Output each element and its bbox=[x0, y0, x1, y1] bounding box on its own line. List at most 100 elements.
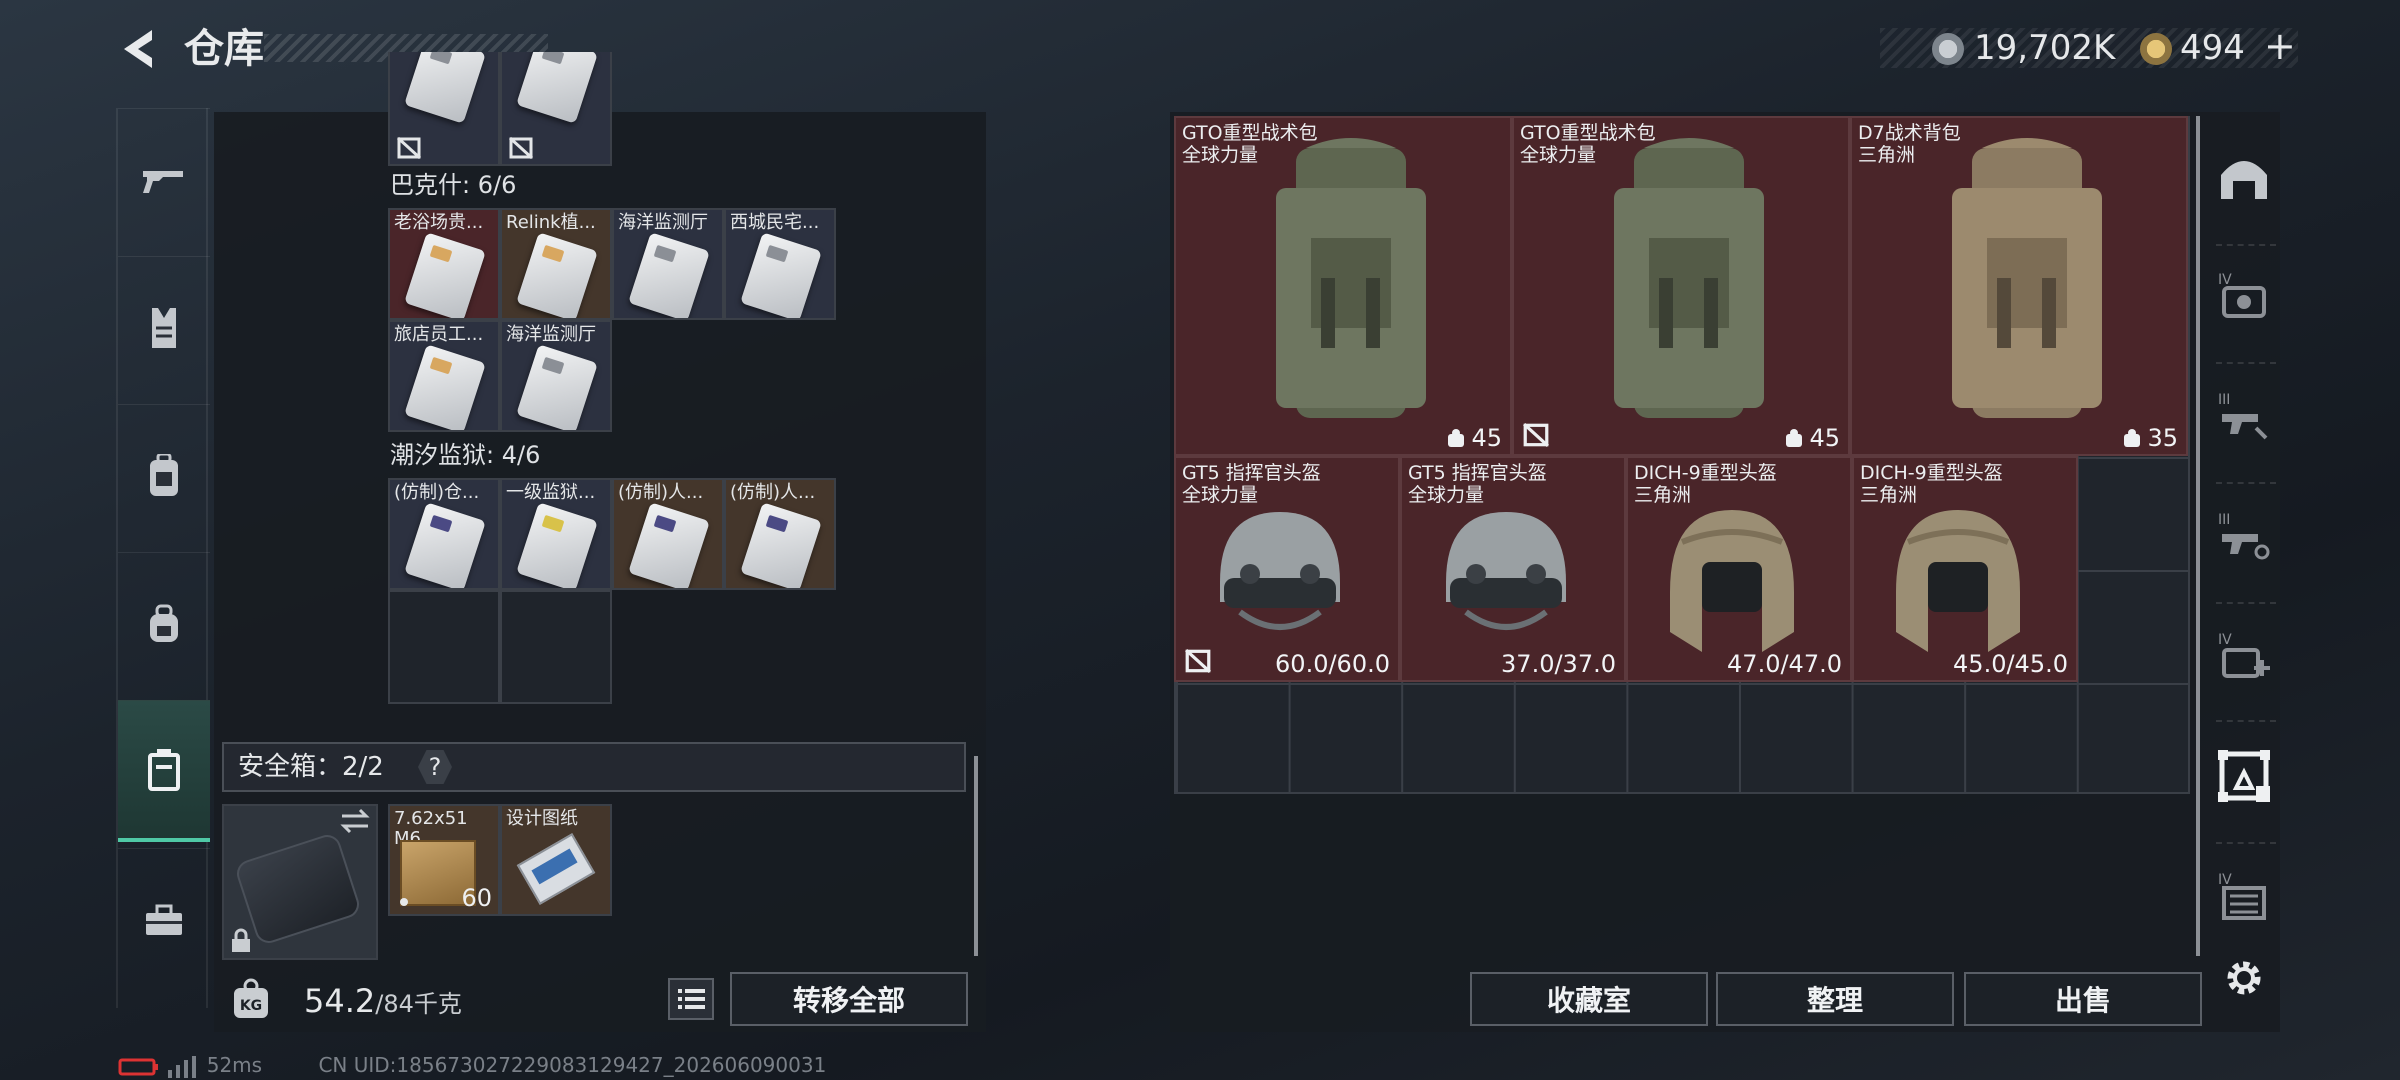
key-card-icon bbox=[740, 232, 822, 318]
divider bbox=[2216, 842, 2276, 844]
key-card-icon bbox=[404, 502, 486, 588]
warehouse-expand-button[interactable] bbox=[2210, 726, 2278, 826]
back-arrow-icon bbox=[124, 30, 152, 68]
key-slot[interactable]: 西城民宅... bbox=[724, 208, 836, 320]
signal-icon bbox=[168, 1055, 197, 1078]
list-icon bbox=[678, 989, 705, 1009]
sidebar-item-toolbox[interactable] bbox=[118, 848, 210, 990]
helmet-item[interactable]: DICH-9重型头盔 三角洲 47.0/47.0 bbox=[1626, 456, 1852, 682]
gear-icon bbox=[2227, 961, 2261, 995]
capacity-icon bbox=[1786, 429, 1803, 447]
key-card-icon bbox=[628, 232, 710, 318]
medical-station-button[interactable]: IV bbox=[2210, 606, 2278, 706]
item-slot[interactable] bbox=[500, 52, 612, 166]
workbench-icon: III bbox=[2218, 392, 2268, 440]
ammo-slot[interactable]: 7.62x51 M6... 60 bbox=[388, 804, 500, 916]
sidebar-item-backpack[interactable] bbox=[118, 404, 210, 546]
ping-value: 52ms bbox=[206, 1053, 263, 1077]
unlinked-icon bbox=[1523, 423, 1549, 447]
item-name: 一级监狱... bbox=[506, 482, 596, 503]
capacity-icon bbox=[2124, 429, 2141, 447]
capacity-readout: 35 bbox=[2123, 424, 2178, 452]
key-slot[interactable]: 一级监狱... bbox=[500, 478, 612, 590]
transfer-all-button[interactable]: 转移全部 bbox=[730, 972, 968, 1026]
blueprint-icon bbox=[516, 833, 596, 905]
key-slot[interactable]: (仿制)人... bbox=[612, 478, 724, 590]
sidebar-item-weapon[interactable] bbox=[118, 108, 210, 250]
backpack-image bbox=[1614, 138, 1764, 418]
lock-icon bbox=[232, 928, 250, 952]
sidebar-item-armor[interactable] bbox=[118, 256, 210, 398]
settings-button[interactable] bbox=[2210, 928, 2278, 1028]
durability: 45.0/45.0 bbox=[1953, 650, 2068, 678]
divider bbox=[2216, 602, 2276, 604]
vest-icon bbox=[152, 307, 176, 348]
list-view-button[interactable] bbox=[668, 978, 714, 1020]
scrollbar[interactable] bbox=[974, 756, 978, 956]
backpack-item[interactable]: D7战术背包 三角洲 35 bbox=[1850, 116, 2188, 456]
svg-text:IV: IV bbox=[2218, 632, 2232, 648]
empty-slot[interactable] bbox=[500, 590, 612, 704]
section-label: 潮汐监狱: 4/6 bbox=[390, 441, 541, 469]
add-currency-button[interactable]: + bbox=[2264, 24, 2296, 68]
divider bbox=[2216, 482, 2276, 484]
item-name: 老浴场贵... bbox=[394, 212, 484, 233]
key-slot[interactable]: 旅店员工... bbox=[388, 320, 500, 432]
bag-icon bbox=[150, 604, 178, 642]
shelter-button[interactable] bbox=[2210, 128, 2278, 228]
uid-text: CN UID:18567302722908312942​7_2026060900… bbox=[318, 1053, 827, 1077]
page-title: 仓库 bbox=[184, 26, 264, 72]
key-slot[interactable]: 老浴场贵... bbox=[388, 208, 500, 320]
armor-station-icon: IV bbox=[2218, 272, 2266, 318]
blueprint-slot[interactable]: 设计图纸 bbox=[500, 804, 612, 916]
item-name: 7.62x51 bbox=[394, 808, 468, 829]
sidebar-item-bag[interactable] bbox=[118, 552, 210, 694]
tech-center-icon: III bbox=[2218, 512, 2270, 560]
scrollbar[interactable] bbox=[2196, 116, 2200, 956]
svg-text:III: III bbox=[2218, 392, 2230, 408]
key-slot[interactable]: (仿制)仓... bbox=[388, 478, 500, 590]
sell-button[interactable]: 出售 bbox=[1964, 972, 2202, 1026]
status-bar: 52ms CN UID:18567302722908312942​7_20260… bbox=[118, 1052, 1018, 1078]
gold-coin-icon bbox=[2140, 33, 2172, 65]
capacity-value: 45 bbox=[1809, 424, 1840, 452]
item-name: DICH-9重型头盔 bbox=[1860, 462, 2003, 484]
weight-max: /84千克 bbox=[375, 990, 462, 1018]
capacity-value: 45 bbox=[1471, 424, 1502, 452]
swap-icon[interactable] bbox=[338, 808, 372, 834]
key-slot[interactable]: Relink植... bbox=[500, 208, 612, 320]
key-card-icon bbox=[516, 232, 598, 318]
capacity-value: 35 bbox=[2147, 424, 2178, 452]
collection-room-button[interactable]: 收藏室 bbox=[1470, 972, 1708, 1026]
organize-button[interactable]: 整理 bbox=[1716, 972, 1954, 1026]
helmet-image bbox=[1670, 510, 1794, 652]
weight-icon: KG bbox=[234, 978, 268, 1018]
helmet-item[interactable]: GT5 指挥官头盔 全球力量 37.0/37.0 bbox=[1400, 456, 1626, 682]
key-slot[interactable]: 海洋监测厅 bbox=[500, 320, 612, 432]
weight-current: 54.2 bbox=[304, 982, 376, 1020]
key-card-icon bbox=[404, 232, 486, 318]
key-slot[interactable]: (仿制)人... bbox=[724, 478, 836, 590]
armor-station-button[interactable]: IV bbox=[2210, 246, 2278, 346]
category-sidebar bbox=[116, 108, 210, 1008]
workbench-button[interactable]: III bbox=[2210, 366, 2278, 466]
durability: 47.0/47.0 bbox=[1727, 650, 1842, 678]
backpack-item[interactable]: GTO重型战术包 全球力量 45 bbox=[1174, 116, 1512, 456]
helmet-item[interactable]: DICH-9重型头盔 三角洲 45.0/45.0 bbox=[1852, 456, 2078, 682]
key-card-icon bbox=[516, 52, 598, 124]
tech-center-button[interactable]: III bbox=[2210, 486, 2278, 586]
key-slot[interactable]: 海洋监测厅 bbox=[612, 208, 724, 320]
key-card-icon bbox=[404, 52, 486, 124]
backpack-item[interactable]: GTO重型战术包 全球力量 45 bbox=[1512, 116, 1850, 456]
item-name: 西城民宅... bbox=[730, 212, 820, 233]
svg-text:IV: IV bbox=[2218, 872, 2232, 888]
item-slot[interactable] bbox=[388, 52, 500, 166]
key-card-icon bbox=[516, 502, 598, 588]
sidebar-item-safebox[interactable] bbox=[118, 700, 210, 842]
helmet-item[interactable]: GT5 指挥官头盔 全球力量 60.0/60.0 bbox=[1174, 456, 1400, 682]
empty-slot[interactable] bbox=[388, 590, 500, 704]
storage-icon: IV bbox=[2218, 872, 2266, 920]
item-name: 海洋监测厅 bbox=[618, 212, 708, 233]
back-button[interactable] bbox=[112, 22, 166, 76]
backpack-image bbox=[1952, 138, 2102, 418]
